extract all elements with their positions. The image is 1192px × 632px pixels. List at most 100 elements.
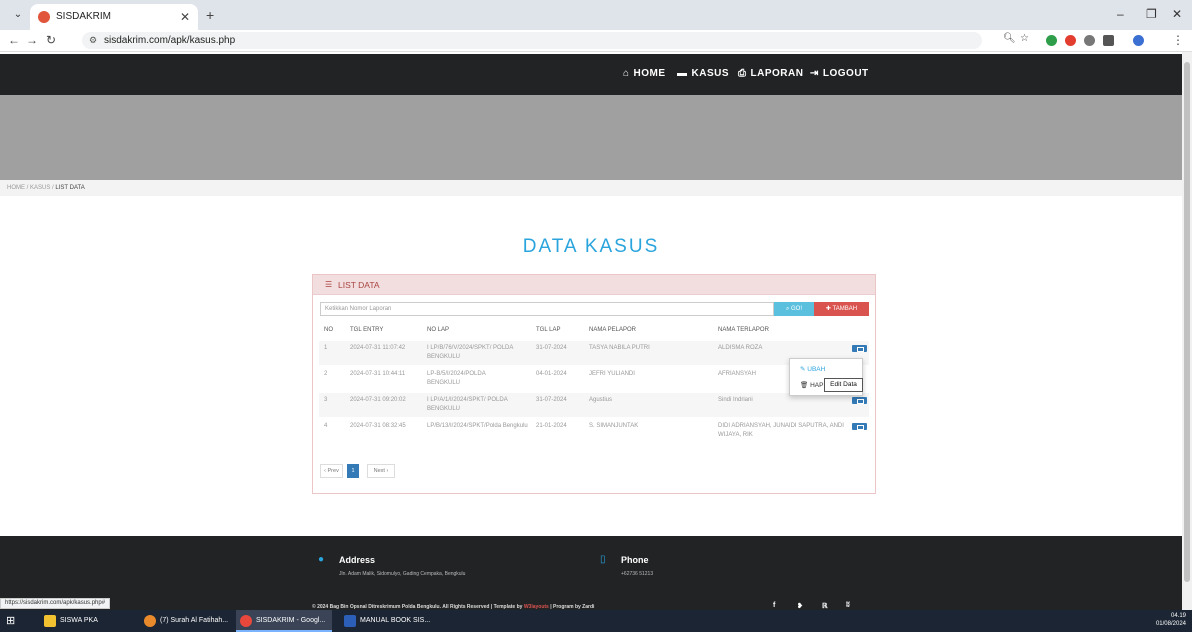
scrollbar[interactable] (1182, 52, 1192, 610)
cell-tgl-entry: 2024-07-31 10:44:11 (350, 371, 406, 377)
windows-start-icon[interactable]: ⊞ (6, 610, 15, 632)
cell-no-lap: LP-B/5/I/2024/POLDA BENGKULU (427, 371, 486, 386)
folder-icon (44, 615, 56, 627)
url-text: sisdakrim.com/apk/kasus.php (104, 35, 236, 46)
browser-icon (144, 615, 156, 627)
add-button[interactable]: ✚ TAMBAH (814, 302, 869, 316)
close-tab-icon[interactable]: ✕ (180, 4, 190, 30)
cell-no-lap: I LP/A/1/I/2024/SPKT/ POLDA BENGKULU (427, 397, 508, 412)
cell-tgl-entry: 2024-07-31 08:32:45 (350, 423, 406, 429)
nav-laporan[interactable]: ⎙ LAPORAN (738, 68, 803, 79)
clock-time: 04.19 (1170, 613, 1186, 619)
site-footer: ● Address Jln. Adam Malik, Sidomulyo, Ga… (0, 536, 1182, 610)
cell-terlapor: DIDI ADRIANSYAH, JUNAIDI SAPUTRA, ANDI W… (718, 423, 844, 438)
tab-search-icon[interactable]: ⌄ (10, 7, 26, 23)
table-row: 1 2024-07-31 11:07:42 I LP/B/76/V/2024/S… (319, 341, 869, 365)
row-action-button[interactable] (852, 423, 867, 430)
nav-kasus[interactable]: ▬ KASUS (677, 68, 729, 79)
column-header-tgl-lap: TGL LAP (536, 327, 561, 333)
database-icon: ☰ (325, 280, 333, 289)
browser-tab-bar: ⌄ SISDAKRIM ✕ + – ❐ ✕ (0, 0, 1192, 30)
breadcrumb-kasus[interactable]: KASUS (30, 185, 50, 191)
browser-menu-icon[interactable]: ⋮ (1172, 33, 1184, 47)
cell-no: 4 (324, 423, 328, 429)
cell-no-lap: LP/B/13/I/2024/SPKT/Polda Bengkulu (427, 423, 528, 429)
url-field[interactable]: ⚙ sisdakrim.com/apk/kasus.php (82, 32, 982, 49)
address-text: Jln. Adam Malik, Sidomulyo, Gading Cempa… (339, 571, 466, 577)
cell-terlapor: ALDISMA ROZA (718, 345, 763, 351)
shield-extension-icon[interactable] (1046, 35, 1057, 46)
search-input[interactable]: Ketikkan Nomor Laporan (320, 302, 774, 316)
taskbar-item[interactable]: (7) Surah Al Fatihah... (140, 610, 232, 632)
row-action-button[interactable] (852, 345, 867, 352)
cell-pelapor: Agustius (589, 397, 613, 403)
cell-tgl-lap: 31-07-2024 (536, 345, 567, 351)
new-tab-icon[interactable]: + (206, 7, 214, 23)
restore-icon[interactable]: ❐ (1146, 7, 1157, 21)
system-clock[interactable]: 04.19 01/08/2024 (1156, 612, 1186, 628)
column-header-pelapor: NAMA PELAPOR (589, 327, 637, 333)
book-icon: ▬ (677, 68, 688, 79)
extension-icon[interactable] (1084, 35, 1095, 46)
print-icon: ⎙ (738, 68, 747, 79)
column-header-tgl-entry: TGL ENTRY (350, 327, 384, 333)
cell-pelapor: JEFRI YULIANDI (589, 371, 635, 377)
minimize-icon[interactable]: – (1117, 7, 1124, 21)
go-button[interactable]: ⌕ GO! (774, 302, 814, 316)
cell-no: 1 (324, 345, 328, 351)
cell-no: 3 (324, 397, 328, 403)
phone-title: Phone (621, 555, 649, 565)
site-info-icon[interactable]: ⚙ (89, 32, 97, 49)
taskbar-item[interactable]: MANUAL BOOK SIS... (340, 610, 436, 632)
nav-home[interactable]: ⌂ HOME (623, 68, 666, 79)
site-favicon-icon (38, 11, 50, 23)
edit-menu-item[interactable]: ✎ UBAH (800, 365, 825, 373)
breadcrumb-current: LIST DATA (55, 185, 85, 191)
sidepanel-icon[interactable] (1103, 35, 1114, 46)
cell-no-lap: I LP/B/76/V/2024/SPKT/ POLDA BENGKULU (427, 345, 514, 360)
next-page-button[interactable]: Next › (367, 464, 395, 478)
profile-avatar[interactable] (1133, 35, 1144, 46)
column-header-no: NO (324, 327, 333, 333)
table-row: 2 2024-07-31 10:44:11 LP-B/5/I/2024/POLD… (319, 367, 869, 391)
cell-tgl-lap: 21-01-2024 (536, 423, 567, 429)
phone-icon: ▯ (600, 554, 606, 565)
cell-no: 2 (324, 371, 328, 377)
word-icon (344, 615, 356, 627)
cell-pelapor: S. SIMANJUNTAK (589, 423, 639, 429)
table-row: 4 2024-07-31 08:32:45 LP/B/13/I/2024/SPK… (319, 419, 869, 445)
panel-header: ☰ LIST DATA (313, 275, 875, 295)
nav-logout[interactable]: ⇥ LOGOUT (810, 68, 869, 79)
breadcrumb-home[interactable]: HOME (7, 185, 25, 191)
zoom-icon[interactable]: 🔍︎ (1003, 33, 1016, 44)
cell-tgl-entry: 2024-07-31 09:20:02 (350, 397, 406, 403)
opera-extension-icon[interactable] (1065, 35, 1076, 46)
bookmark-star-icon[interactable]: ☆ (1020, 33, 1029, 44)
facebook-icon[interactable]: f (773, 602, 775, 609)
vk-icon[interactable]: ʬ (846, 602, 850, 609)
logout-icon: ⇥ (810, 68, 819, 79)
scrollbar-thumb[interactable] (1184, 62, 1190, 582)
rss-icon[interactable]: ℝ (822, 602, 828, 610)
browser-tab[interactable]: SISDAKRIM ✕ (30, 4, 198, 30)
forward-icon[interactable]: → (26, 33, 38, 47)
twitter-icon[interactable]: ❥ (797, 602, 803, 610)
chrome-icon (240, 615, 252, 627)
taskbar-item[interactable]: SISWA PKA (40, 610, 130, 632)
delete-menu-item[interactable]: 🗑︎ HAP (800, 381, 823, 389)
panel-title: LIST DATA (338, 280, 380, 290)
phone-text: +62736 51213 (621, 571, 654, 577)
tab-title: SISDAKRIM (56, 11, 112, 22)
cell-pelapor: TASYA NABILA PUTRI (589, 345, 650, 351)
clock-date: 01/08/2024 (1155, 621, 1186, 627)
window-close-icon[interactable]: ✕ (1172, 7, 1182, 21)
address-bar: ← → ↻ ⚙ sisdakrim.com/apk/kasus.php 🔍︎ ☆… (0, 30, 1192, 52)
row-action-button[interactable] (852, 397, 867, 404)
prev-page-button[interactable]: ‹ Prev (320, 464, 343, 478)
page-1-button[interactable]: 1 (347, 464, 359, 478)
table-row: 3 2024-07-31 09:20:02 I LP/A/1/I/2024/SP… (319, 393, 869, 417)
back-icon[interactable]: ← (8, 33, 20, 47)
address-title: Address (339, 555, 376, 565)
taskbar-item-active[interactable]: SISDAKRIM - Googl... (236, 610, 332, 632)
reload-icon[interactable]: ↻ (46, 33, 56, 47)
